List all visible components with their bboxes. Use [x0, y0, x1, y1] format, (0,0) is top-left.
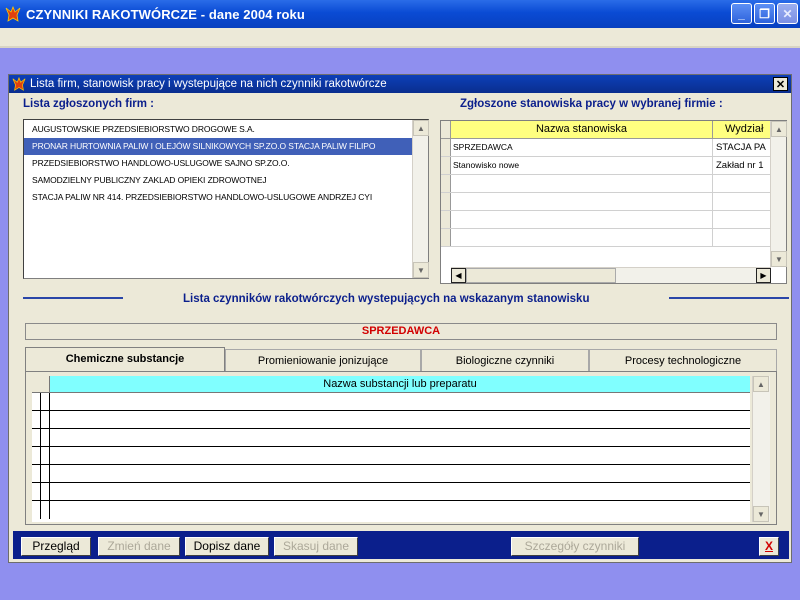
table-row[interactable]: [441, 229, 786, 247]
table-row[interactable]: [32, 447, 750, 465]
list-item-selected[interactable]: PRONAR HURTOWNIA PALIW I OLEJÓW SILNIKOW…: [24, 138, 414, 155]
column-header[interactable]: Nazwa stanowiska: [451, 121, 713, 139]
table-row[interactable]: [441, 175, 786, 193]
scroll-right-icon[interactable]: ▶: [756, 268, 771, 283]
row-header: [441, 157, 451, 174]
firms-scrollbar[interactable]: ▲ ▼: [412, 120, 429, 278]
divider-right: [669, 297, 789, 299]
column-header[interactable]: Nazwa substancji lub preparatu: [50, 376, 750, 393]
firms-label: Lista zgłoszonych firm :: [23, 98, 154, 110]
tab-processes[interactable]: Procesy technologiczne: [589, 349, 777, 371]
app-logo-icon: [5, 6, 21, 22]
row-header: [441, 121, 451, 139]
positions-vscrollbar[interactable]: ▲ ▼: [770, 121, 787, 267]
table-row[interactable]: [441, 211, 786, 229]
tab-biological[interactable]: Biologiczne czynniki: [421, 349, 589, 371]
row-header: [32, 376, 50, 393]
app-titlebar: CZYNNIKI RAKOTWÓRCZE - dane 2004 roku _ …: [0, 0, 800, 28]
table-cell[interactable]: STACJA PA: [713, 139, 771, 156]
restore-icon: ❐: [759, 6, 770, 21]
tab-chemical[interactable]: Chemiczne substancje: [25, 347, 225, 371]
table-cell[interactable]: Stanowisko nowe: [451, 157, 713, 174]
menu-strip: [0, 28, 800, 46]
factors-label: Lista czynników rakotwórczych wystepując…: [183, 293, 590, 305]
positions-label: Zgłoszone stanowiska pracy w wybranej fi…: [460, 98, 723, 110]
table-row[interactable]: [32, 429, 750, 447]
dialog-close-button[interactable]: ✕: [773, 77, 788, 91]
current-position-bar: SPRZEDAWCA: [25, 323, 777, 340]
list-item[interactable]: AUGUSTOWSKIE PRZEDSIEBIORSTWO DROGOWE S.…: [24, 121, 414, 138]
close-icon: ✕: [775, 78, 786, 91]
details-button[interactable]: Szczegóły czynniki: [511, 537, 639, 556]
restore-button[interactable]: ❐: [754, 3, 775, 24]
substances-scrollbar[interactable]: ▲ ▼: [752, 376, 770, 522]
scroll-thumb[interactable]: [466, 268, 616, 283]
list-item[interactable]: STACJA PALIW NR 414. PRZEDSIEBIORSTWO HA…: [24, 189, 414, 206]
dialog-titlebar: Lista firm, stanowisk pracy i wystepując…: [9, 75, 791, 93]
positions-hscrollbar[interactable]: ◀ ▶: [451, 267, 771, 283]
scroll-up-icon[interactable]: ▲: [753, 376, 769, 392]
scroll-down-icon[interactable]: ▼: [771, 251, 787, 267]
substances-grid[interactable]: Nazwa substancji lub preparatu: [32, 376, 750, 522]
table-row[interactable]: [32, 393, 750, 411]
delete-button[interactable]: Skasuj dane: [274, 537, 358, 556]
table-row[interactable]: [32, 501, 750, 519]
menu-shadow: [0, 46, 800, 48]
add-button[interactable]: Dopisz dane: [185, 537, 269, 556]
tab-panel: Nazwa substancji lub preparatu ▲ ▼: [25, 371, 777, 525]
list-item[interactable]: PRZEDSIEBIORSTWO HANDLOWO-USLUGOWE SAJNO…: [24, 155, 414, 172]
dialog-title: Lista firm, stanowisk pracy i wystepując…: [30, 78, 387, 90]
browse-button[interactable]: Przegląd: [21, 537, 91, 556]
minimize-button[interactable]: _: [731, 3, 752, 24]
scroll-down-icon[interactable]: ▼: [413, 262, 429, 278]
divider-left: [23, 297, 123, 299]
firms-listbox[interactable]: AUGUSTOWSKIE PRZEDSIEBIORSTWO DROGOWE S.…: [23, 119, 429, 279]
list-item[interactable]: SAMODZIELNY PUBLICZNY ZAKLAD OPIEKI ZDRO…: [24, 172, 414, 189]
table-cell[interactable]: Zakład nr 1: [713, 157, 771, 174]
scroll-left-icon[interactable]: ◀: [451, 268, 466, 283]
minimize-icon: _: [738, 6, 745, 21]
app-title: CZYNNIKI RAKOTWÓRCZE - dane 2004 roku: [26, 6, 305, 22]
dialog-logo-icon: [12, 77, 26, 91]
close-window-button[interactable]: ✕: [777, 3, 798, 24]
scroll-up-icon[interactable]: ▲: [413, 120, 429, 136]
table-row[interactable]: [32, 411, 750, 429]
table-row[interactable]: SPRZEDAWCA STACJA PA: [441, 139, 786, 157]
table-row[interactable]: [32, 483, 750, 501]
scroll-up-icon[interactable]: ▲: [771, 121, 787, 137]
factor-tabs: Chemiczne substancje Promieniowanie joni…: [25, 347, 777, 371]
firms-dialog: Lista firm, stanowisk pracy i wystepując…: [8, 74, 792, 563]
close-icon: ✕: [782, 6, 793, 21]
action-bar: Przegląd Zmień dane Dopisz dane Skasuj d…: [13, 531, 789, 559]
edit-button[interactable]: Zmień dane: [98, 537, 180, 556]
close-button[interactable]: X: [759, 537, 779, 556]
positions-grid[interactable]: Nazwa stanowiska Wydział SPRZEDAWCA STAC…: [440, 120, 787, 284]
tab-radiation[interactable]: Promieniowanie jonizujące: [225, 349, 421, 371]
table-row[interactable]: [441, 193, 786, 211]
table-cell[interactable]: SPRZEDAWCA: [451, 139, 713, 156]
table-row[interactable]: [32, 465, 750, 483]
scroll-down-icon[interactable]: ▼: [753, 506, 769, 522]
column-header[interactable]: Wydział: [713, 121, 771, 139]
row-header: [441, 139, 451, 156]
table-row[interactable]: Stanowisko nowe Zakład nr 1: [441, 157, 786, 175]
